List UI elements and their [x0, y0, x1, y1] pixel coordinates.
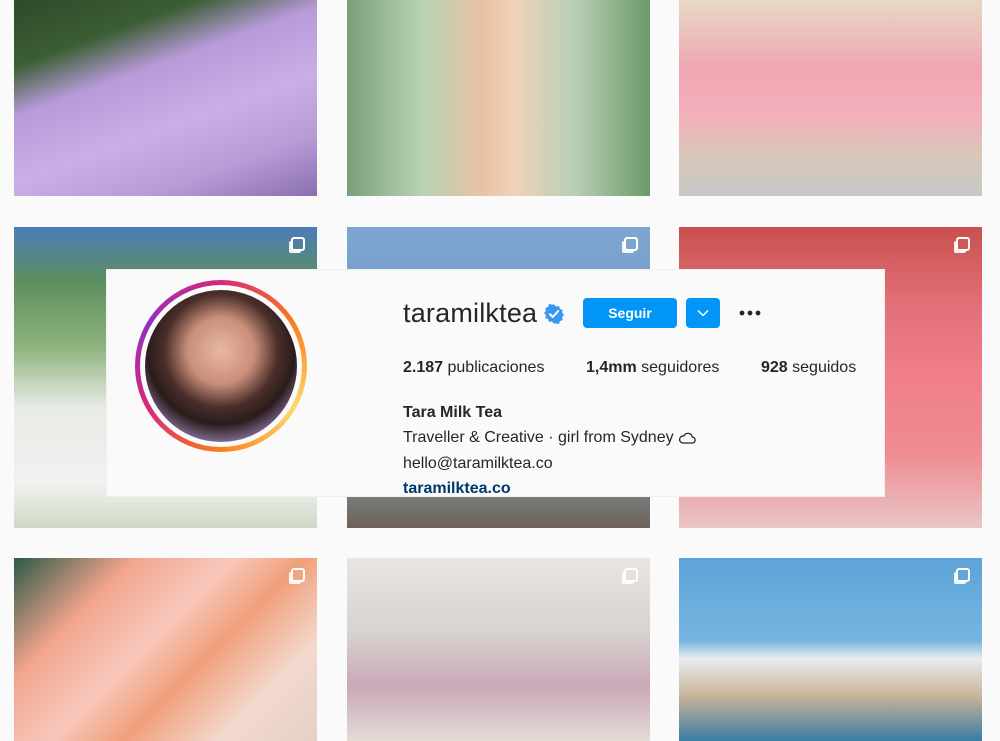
carousel-icon: [624, 237, 638, 251]
carousel-icon: [956, 237, 970, 251]
more-options-icon: [739, 310, 761, 316]
post-thumbnail[interactable]: [347, 0, 650, 196]
followers-count[interactable]: 1,4mm seguidores: [586, 359, 719, 377]
carousel-icon: [291, 568, 305, 582]
cloud-icon: [678, 428, 696, 453]
suggestions-dropdown-button[interactable]: [686, 298, 720, 328]
story-ring[interactable]: [135, 280, 307, 452]
profile-header-card: taramilktea Seguir 2.187 publicaciones 1…: [106, 269, 885, 497]
post-thumbnail[interactable]: [679, 558, 982, 741]
more-options-button[interactable]: [735, 300, 765, 326]
bio-email: hello@taramilktea.co: [403, 455, 553, 472]
profile-username: taramilktea: [403, 298, 538, 328]
post-thumbnail[interactable]: [679, 0, 982, 196]
post-thumbnail[interactable]: [14, 558, 317, 741]
avatar: [145, 290, 297, 442]
post-thumbnail[interactable]: [14, 0, 317, 196]
profile-full-name: Tara Milk Tea: [403, 404, 502, 421]
carousel-icon: [956, 568, 970, 582]
following-count[interactable]: 928 seguidos: [761, 359, 856, 377]
posts-count: 2.187 publicaciones: [403, 359, 545, 376]
carousel-icon: [624, 568, 638, 582]
verified-badge-icon: [544, 304, 564, 324]
website-link[interactable]: taramilktea.co: [403, 477, 696, 502]
follow-button[interactable]: Seguir: [583, 298, 677, 328]
profile-bio: Tara Milk Tea Traveller & Creative · gir…: [403, 401, 696, 501]
post-thumbnail[interactable]: [347, 558, 650, 741]
chevron-down-icon: [697, 309, 709, 317]
bio-line: Traveller & Creative · girl from Sydney: [403, 426, 696, 453]
carousel-icon: [291, 237, 305, 251]
